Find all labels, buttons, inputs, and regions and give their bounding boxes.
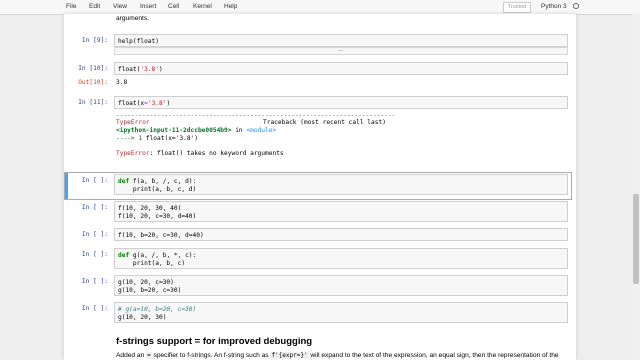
page-scrollbar[interactable] xyxy=(632,14,640,360)
cell-13-prompt: In [ ]: xyxy=(81,204,108,211)
cell-11-input[interactable]: float(x='3.8') xyxy=(114,96,568,109)
cell-15-prompt: In [ ]: xyxy=(81,251,108,258)
trusted-badge[interactable]: Trusted xyxy=(503,2,531,13)
scrollbar-thumb[interactable] xyxy=(633,194,639,284)
cell-14-line-1: f(10, b=20, c=30, d=40) xyxy=(118,232,204,239)
cell-12-line-2: print(a, b, c, d) xyxy=(118,186,197,193)
markdown-paragraph: Added an = specifier to f-strings. An f-… xyxy=(116,352,559,359)
cell-12-input[interactable]: def f(a, b, /, c, d): print(a, b, c, d) xyxy=(114,174,568,195)
cell-17-line-1: # g(a=10, b=20, c=30) xyxy=(118,306,197,313)
cell-14-input[interactable]: f(10, b=20, c=30, d=40) xyxy=(114,228,568,241)
cell-12-line-1: def f(a, b, /, c, d): xyxy=(118,178,197,185)
cell-10-code: float('3.8') xyxy=(118,66,163,73)
cell-16-prompt: In [ ]: xyxy=(81,278,108,285)
menu-cell[interactable]: Cell xyxy=(168,3,179,10)
cell-16-line-2: g(10, b=20, c=30) xyxy=(118,287,182,294)
cell-11-code: float(x='3.8') xyxy=(118,100,171,107)
cell-15-line-1: def g(a, /, b, *, c): xyxy=(118,252,197,259)
cell-9-collapsed-output[interactable]: ... xyxy=(114,47,568,55)
menu-edit[interactable]: Edit xyxy=(89,3,100,10)
cell-10-input[interactable]: float('3.8') xyxy=(114,62,568,75)
menu-bar: File Edit View Insert Cell Kernel Help T… xyxy=(0,0,640,15)
section-heading: f-strings support = for improved debuggi… xyxy=(116,336,313,347)
cell-14-prompt: In [ ]: xyxy=(81,231,108,238)
cell-9-prompt: In [9]: xyxy=(81,37,108,44)
menu-help[interactable]: Help xyxy=(224,3,237,10)
cell-15-input[interactable]: def g(a, /, b, *, c): print(a, b, c) xyxy=(114,248,568,269)
cell-13-line-2: f(10, 20, c=30, d=40) xyxy=(118,213,197,220)
cell-11-prompt: In [11]: xyxy=(78,99,108,106)
menu-kernel[interactable]: Kernel xyxy=(193,3,212,10)
cell-9-input[interactable]: help(float) xyxy=(114,34,568,47)
cell-10-output: 3.8 xyxy=(116,79,128,86)
cell-17-prompt: In [ ]: xyxy=(81,305,108,312)
kernel-idle-icon xyxy=(573,3,579,9)
cell-16-input[interactable]: g(10, 20, c=30) g(10, b=20, c=30) xyxy=(114,275,568,296)
error-line: ----> 1 float(x='3.8') xyxy=(116,135,199,142)
cell-15-line-2: print(a, b, c) xyxy=(118,260,186,267)
error-rule: ----------------------------------------… xyxy=(116,112,396,119)
cell-17-line-2: g(10, 20, 30) xyxy=(118,314,167,321)
cell-16-line-1: g(10, 20, c=30) xyxy=(118,279,174,286)
cell-10-prompt: In [10]: xyxy=(78,65,108,72)
error-message: TypeError: float() takes no keyword argu… xyxy=(116,150,284,157)
menu-insert[interactable]: Insert xyxy=(140,3,156,10)
cell-12-prompt: In [ ]: xyxy=(81,177,108,184)
menu-view[interactable]: View xyxy=(113,3,127,10)
error-location: <ipython-input-11-2dccbe0054b9> in <modu… xyxy=(116,127,277,134)
cell-13-line-1: f(10, 20, 30, 40) xyxy=(118,205,182,212)
cell-9-code: help(float) xyxy=(118,38,159,45)
kernel-name: Python 3 xyxy=(541,3,567,10)
error-header: TypeError xyxy=(116,119,150,126)
notebook-container: arguments. In [9]: help(float) ... In [1… xyxy=(64,14,576,360)
cell-13-input[interactable]: f(10, 20, 30, 40) f(10, 20, c=30, d=40) xyxy=(114,201,568,222)
cell-17-input[interactable]: # g(a=10, b=20, c=30) g(10, 20, 30) xyxy=(114,302,568,323)
error-traceback-label: Traceback (most recent call last) xyxy=(263,119,386,126)
prev-markdown-text: arguments. xyxy=(116,15,149,22)
menu-file[interactable]: File xyxy=(66,3,76,10)
cell-10-out-prompt: Out[10]: xyxy=(78,79,108,86)
